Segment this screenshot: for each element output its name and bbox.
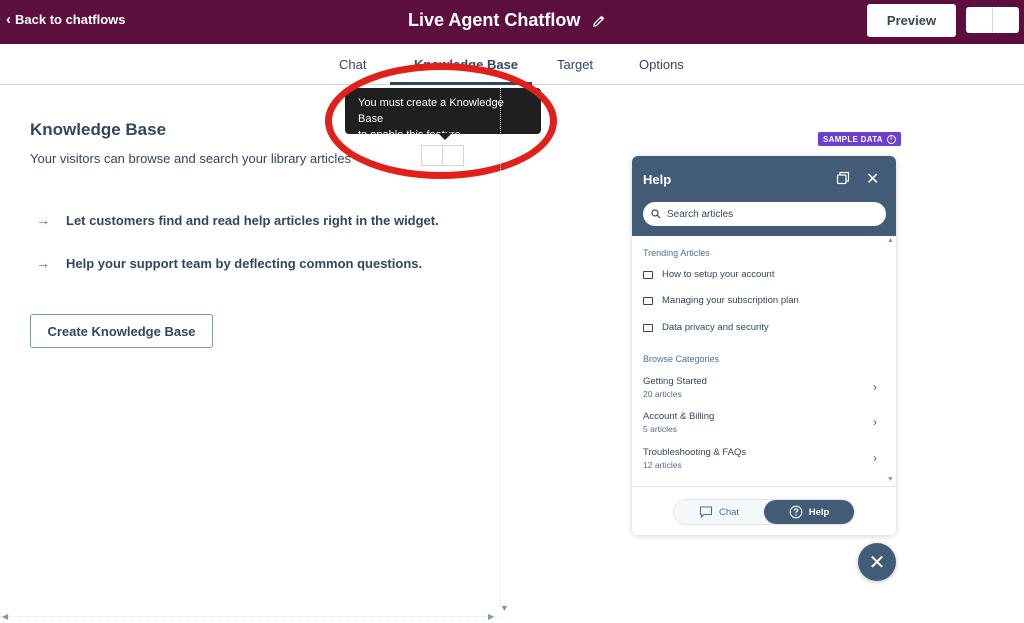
tab-options[interactable]: Options [639, 57, 684, 72]
article-icon [643, 270, 653, 279]
split-button-right[interactable] [993, 7, 1019, 33]
category-item[interactable]: Account & Billing 5 articles › [643, 411, 883, 434]
widget-title: Help [643, 172, 672, 187]
chevron-right-icon: › [873, 380, 877, 394]
search-articles-input[interactable] [667, 208, 867, 220]
widget-search[interactable] [643, 202, 886, 226]
widget-tab-help-label: Help [808, 506, 830, 518]
chat-bubble-icon [699, 506, 713, 519]
section-subtitle: Your visitors can browse and search your… [30, 151, 352, 166]
tab-chat[interactable]: Chat [339, 57, 366, 72]
page-title: Live Agent Chatflow [408, 10, 606, 31]
search-icon [651, 209, 661, 219]
header-split-button[interactable] [966, 7, 1019, 33]
benefit-text: Let customers find and read help article… [66, 212, 439, 228]
arrow-right-icon: → [36, 255, 50, 271]
scroll-left-arrow-icon[interactable]: ◀ [2, 612, 8, 621]
split-button-left[interactable] [966, 7, 993, 33]
popout-icon[interactable] [836, 171, 850, 185]
article-item[interactable]: Data privacy and security [643, 322, 769, 333]
article-item[interactable]: Managing your subscription plan [643, 295, 799, 306]
widget-tab-help[interactable]: Help [764, 500, 854, 524]
horizontal-scrollbar[interactable] [0, 616, 500, 620]
arrow-right-icon: → [36, 212, 50, 228]
knowledge-base-toggle[interactable] [421, 145, 464, 166]
category-item[interactable]: Getting Started 20 articles › [643, 376, 883, 399]
article-title: How to setup your account [662, 269, 775, 280]
tab-target[interactable]: Target [557, 57, 593, 72]
top-bar: ‹ Back to chatflows Live Agent Chatflow … [0, 0, 1024, 44]
scroll-down-arrow-icon[interactable]: ▼ [500, 603, 509, 613]
widget-tab-chat-label: Chat [718, 506, 740, 518]
widget-tab-chat[interactable]: Chat [674, 500, 764, 524]
tooltip-line-1: You must create a Knowledge Base [358, 97, 504, 125]
widget-scroll-down-icon[interactable]: ▼ [887, 476, 894, 483]
tooltip-arrow [438, 133, 452, 140]
article-title: Managing your subscription plan [662, 295, 799, 306]
toggle-right [443, 146, 463, 165]
chatflow-name: Live Agent Chatflow [408, 10, 581, 30]
tab-bar: Chat Knowledge Base Target Options [0, 44, 1024, 85]
disabled-feature-tooltip: You must create a Knowledge Base to enab… [345, 88, 541, 141]
category-name: Account & Billing [643, 411, 715, 422]
widget-scroll-up-icon[interactable]: ▲ [887, 237, 894, 244]
widget-footer: Chat Help [632, 486, 896, 535]
widget-body: Trending Articles How to setup your acco… [632, 236, 896, 486]
article-icon [643, 323, 653, 332]
back-to-chatflows-link[interactable]: ‹ Back to chatflows [6, 12, 126, 27]
trending-articles-heading: Trending Articles [643, 248, 710, 258]
close-icon: ✕ [868, 551, 886, 574]
chevron-right-icon: › [873, 415, 877, 429]
back-label: Back to chatflows [15, 12, 126, 27]
browse-categories-heading: Browse Categories [643, 354, 720, 364]
tab-knowledge-base[interactable]: Knowledge Base [414, 57, 518, 72]
article-title: Data privacy and security [662, 322, 769, 333]
benefit-item: → Help your support team by deflecting c… [36, 255, 422, 271]
sample-data-badge: SAMPLE DATA i [818, 132, 901, 146]
category-name: Getting Started [643, 376, 707, 387]
article-icon [643, 296, 653, 305]
widget-launcher-close-button[interactable]: ✕ [858, 543, 896, 581]
sample-data-label: SAMPLE DATA [823, 134, 883, 144]
close-icon[interactable]: ✕ [866, 169, 879, 189]
pane-divider[interactable] [500, 85, 501, 605]
category-item[interactable]: Troubleshooting & FAQs 12 articles › [643, 447, 883, 470]
chat-help-switcher: Chat Help [673, 499, 855, 525]
toggle-left [422, 146, 443, 165]
benefit-item: → Let customers find and read help artic… [36, 212, 439, 228]
create-knowledge-base-button[interactable]: Create Knowledge Base [30, 314, 213, 348]
chevron-right-icon: › [873, 451, 877, 465]
article-item[interactable]: How to setup your account [643, 269, 774, 280]
category-name: Troubleshooting & FAQs [643, 447, 747, 458]
question-circle-icon [789, 505, 803, 519]
widget-header: Help ✕ [632, 156, 896, 236]
pencil-icon[interactable] [592, 14, 606, 28]
category-count: 20 articles [643, 389, 682, 399]
category-count: 5 articles [643, 424, 678, 434]
scroll-right-arrow-icon[interactable]: ▶ [488, 612, 494, 621]
help-widget-preview: Help ✕ Trending Articles How to setup yo… [632, 156, 896, 535]
section-title: Knowledge Base [30, 120, 167, 139]
preview-button[interactable]: Preview [867, 4, 956, 37]
active-tab-indicator [390, 82, 532, 85]
benefit-text: Help your support team by deflecting com… [66, 255, 423, 271]
chevron-left-icon: ‹ [6, 11, 11, 28]
category-count: 12 articles [643, 460, 682, 470]
info-icon[interactable]: i [886, 134, 896, 144]
